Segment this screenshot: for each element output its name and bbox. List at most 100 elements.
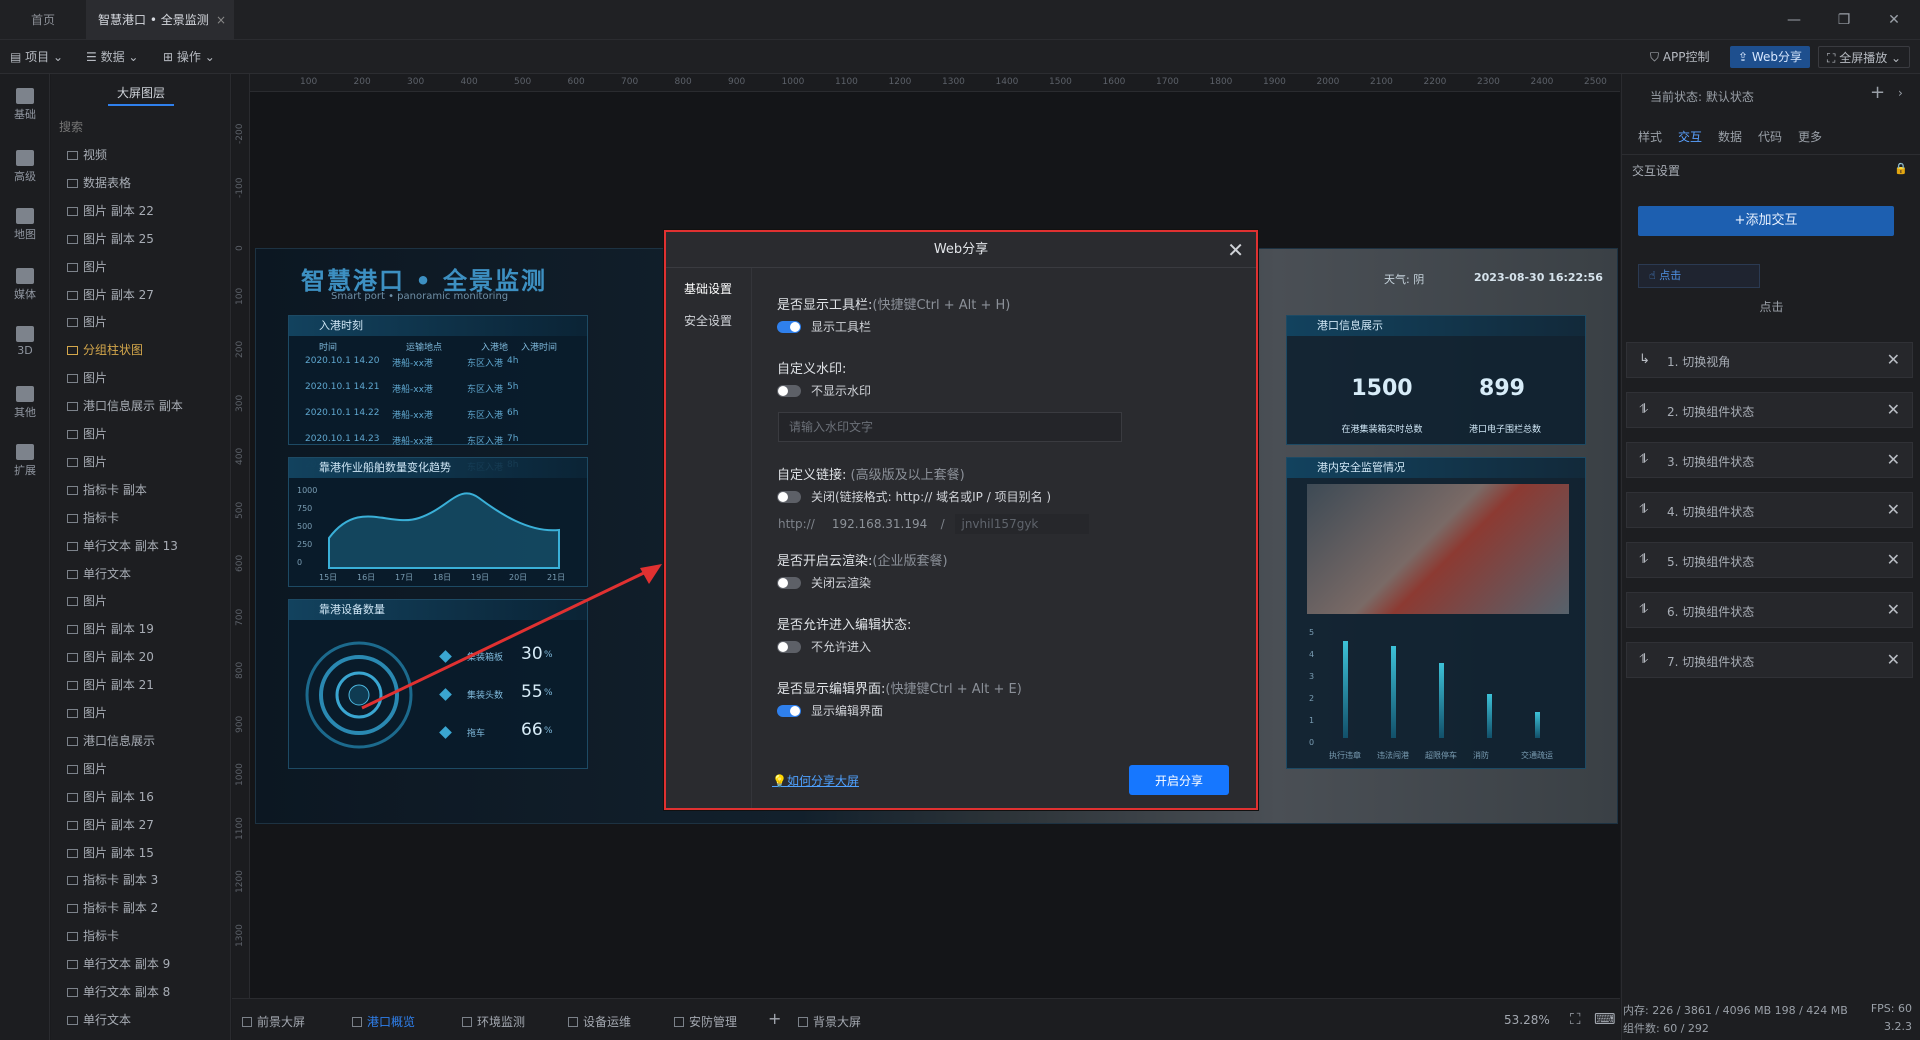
app-control-button[interactable]: ⛉ APP控制 <box>1642 46 1718 68</box>
layer-item[interactable]: 图片 <box>67 760 107 778</box>
delete-icon[interactable]: ✕ <box>1887 600 1900 619</box>
tab-home[interactable]: 首页 <box>14 0 72 40</box>
rail-extend[interactable]: 扩展 <box>0 444 50 478</box>
toggle-switch[interactable] <box>777 321 801 333</box>
tab-active-project[interactable]: 智慧港口 • 全景监测 × <box>86 0 234 40</box>
layer-item[interactable]: 图片 副本 20 <box>67 648 154 666</box>
rail-advanced[interactable]: 高级 <box>0 150 50 184</box>
layer-item[interactable]: 单行文本 副本 8 <box>67 983 170 1001</box>
delete-icon[interactable]: ✕ <box>1887 500 1900 519</box>
rail-basic[interactable]: 基础 <box>0 88 50 122</box>
custom-link-toggle[interactable]: 关闭(链接格式: http:// 域名或IP / 项目别名 ) <box>777 488 1051 505</box>
lock-icon[interactable]: 🔒 <box>1894 162 1908 175</box>
layer-item[interactable]: 单行文本 副本 13 <box>67 537 178 555</box>
toggle-switch[interactable] <box>777 385 801 397</box>
layer-item[interactable]: 港口信息展示 副本 <box>67 397 183 415</box>
layer-item[interactable]: 图片 副本 21 <box>67 676 154 694</box>
layer-item[interactable]: 图片 <box>67 592 107 610</box>
toggle-switch[interactable] <box>777 705 801 717</box>
fullscreen-play-button[interactable]: ⛶ 全屏播放 ⌄ <box>1818 46 1911 68</box>
delete-icon[interactable]: ✕ <box>1887 450 1900 469</box>
edit-ui-toggle[interactable]: 显示编辑界面 <box>777 702 883 719</box>
property-tab[interactable]: 数据 <box>1718 128 1742 145</box>
rail-other[interactable]: 其他 <box>0 386 50 420</box>
zoom-level[interactable]: 53.28% <box>1504 1013 1550 1027</box>
close-tab-icon[interactable]: × <box>216 0 226 40</box>
interaction-item[interactable]: ⥮ 5. 切换组件状态 ✕ <box>1626 542 1913 578</box>
operate-menu[interactable]: ⊞ 操作 ⌄ <box>163 48 215 65</box>
layer-item[interactable]: 指标卡 <box>67 509 119 527</box>
rail-map[interactable]: 地图 <box>0 208 50 242</box>
layer-item[interactable]: 图片 副本 27 <box>67 286 154 304</box>
rail-3d[interactable]: 3D <box>0 326 50 357</box>
toolbar-toggle[interactable]: 显示工具栏 <box>777 318 871 335</box>
add-screen-icon[interactable]: + <box>768 1009 781 1028</box>
toggle-switch[interactable] <box>777 577 801 589</box>
property-tab[interactable]: 更多 <box>1798 128 1822 145</box>
property-tab[interactable]: 交互 <box>1678 128 1702 145</box>
layer-item[interactable]: 视频 <box>67 146 107 164</box>
cloud-render-toggle[interactable]: 关闭云渲染 <box>777 574 871 591</box>
delete-icon[interactable]: ✕ <box>1887 550 1900 569</box>
screen-tab[interactable]: 设备运维 <box>568 1013 631 1030</box>
layers-tab[interactable]: 大屏图层 <box>51 74 231 112</box>
web-share-button[interactable]: ⇪ Web分享 <box>1730 46 1811 68</box>
how-to-share-link[interactable]: 💡如何分享大屏 <box>772 772 859 789</box>
interaction-item[interactable]: ⥮ 7. 切换组件状态 ✕ <box>1626 642 1913 678</box>
layer-item[interactable]: 图片 <box>67 313 107 331</box>
close-window-icon[interactable]: ✕ <box>1882 8 1906 32</box>
close-icon[interactable]: ✕ <box>1227 238 1244 262</box>
start-share-button[interactable]: 开启分享 <box>1129 765 1229 795</box>
layer-item[interactable]: 单行文本 副本 9 <box>67 955 170 973</box>
layer-item[interactable]: 单行文本 <box>67 565 131 583</box>
property-tab[interactable]: 样式 <box>1638 128 1662 145</box>
project-menu[interactable]: ▤ 项目 ⌄ <box>10 48 63 65</box>
interaction-item[interactable]: ⥮ 4. 切换组件状态 ✕ <box>1626 492 1913 528</box>
layer-item[interactable]: 图片 <box>67 425 107 443</box>
layer-search-input[interactable] <box>59 116 223 138</box>
minimize-icon[interactable]: — <box>1782 8 1806 32</box>
property-tab[interactable]: 代码 <box>1758 128 1782 145</box>
watermark-toggle[interactable]: 不显示水印 <box>777 382 871 399</box>
watermark-text-input[interactable] <box>778 412 1122 442</box>
edit-mode-toggle[interactable]: 不允许进入 <box>777 638 871 655</box>
layer-item[interactable]: 图片 <box>67 258 107 276</box>
add-state-icon[interactable]: + <box>1870 82 1885 103</box>
layer-item[interactable]: 图片 副本 25 <box>67 230 154 248</box>
layer-item[interactable]: 图片 <box>67 453 107 471</box>
layer-item[interactable]: 指标卡 副本 2 <box>67 899 158 917</box>
layer-item[interactable]: 图片 副本 15 <box>67 844 154 862</box>
toggle-switch[interactable] <box>777 641 801 653</box>
interaction-item[interactable]: ⥮ 3. 切换组件状态 ✕ <box>1626 442 1913 478</box>
screen-tab[interactable]: 安防管理 <box>674 1013 737 1030</box>
layer-item[interactable]: 图片 副本 22 <box>67 202 154 220</box>
restore-icon[interactable]: ❐ <box>1832 8 1856 32</box>
tab-basic-settings[interactable]: 基础设置 <box>684 280 732 297</box>
keyboard-icon[interactable]: ⌨ <box>1594 1010 1616 1028</box>
layer-item[interactable]: 数据表格 <box>67 174 131 192</box>
layer-item[interactable]: 图片 副本 16 <box>67 788 154 806</box>
screen-tab[interactable]: 港口概览 <box>352 1013 415 1030</box>
collapse-icon[interactable]: › <box>1898 86 1903 100</box>
delete-icon[interactable]: ✕ <box>1887 350 1900 369</box>
screen-tab[interactable]: 前景大屏 <box>242 1013 305 1030</box>
interaction-item[interactable]: ↳ 1. 切换视角 ✕ <box>1626 342 1913 378</box>
layer-item[interactable]: 图片 <box>67 704 107 722</box>
tab-security-settings[interactable]: 安全设置 <box>684 312 732 329</box>
delete-icon[interactable]: ✕ <box>1887 650 1900 669</box>
fit-screen-icon[interactable]: ⛶ <box>1570 1010 1581 1028</box>
layer-item[interactable]: 指标卡 副本 3 <box>67 871 158 889</box>
add-interaction-button[interactable]: +添加交互 <box>1638 206 1894 236</box>
layer-item[interactable]: 图片 <box>67 369 107 387</box>
layer-item[interactable]: 图片 副本 19 <box>67 620 154 638</box>
layer-item[interactable]: 指标卡 副本 <box>67 481 147 499</box>
interaction-item[interactable]: ⥮ 2. 切换组件状态 ✕ <box>1626 392 1913 428</box>
layer-item[interactable]: 单行文本 <box>67 1011 131 1029</box>
delete-icon[interactable]: ✕ <box>1887 400 1900 419</box>
interaction-item[interactable]: ⥮ 6. 切换组件状态 ✕ <box>1626 592 1913 628</box>
data-menu[interactable]: ☰ 数据 ⌄ <box>86 48 138 65</box>
trigger-select[interactable]: ☝ 点击 <box>1638 264 1760 288</box>
layer-item[interactable]: 港口信息展示 <box>67 732 155 750</box>
link-alias-input[interactable]: jnvhil157gyk <box>955 514 1090 534</box>
rail-media[interactable]: 媒体 <box>0 268 50 302</box>
